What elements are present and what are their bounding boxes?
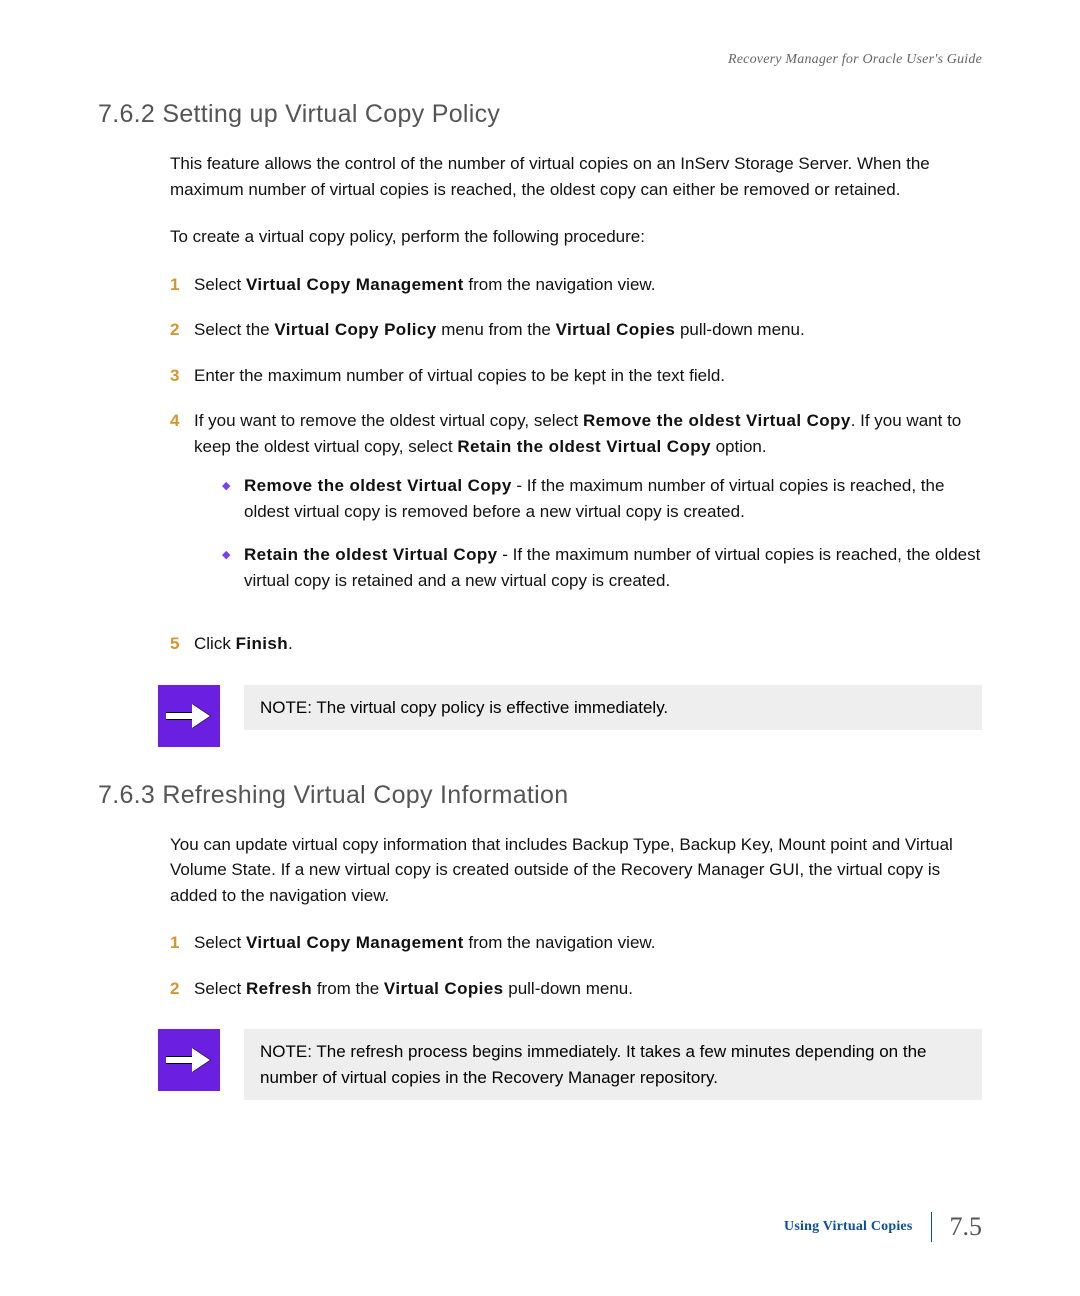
diamond-bullet-icon: ◆ bbox=[222, 473, 244, 524]
note-arrow-icon bbox=[158, 1029, 220, 1091]
section-heading-762: 7.6.2 Setting up Virtual Copy Policy bbox=[98, 100, 982, 129]
procedure-list-763: 1 Select Virtual Copy Management from th… bbox=[170, 930, 982, 1001]
step-3: 3 Enter the maximum number of virtual co… bbox=[170, 363, 982, 389]
procedure-list-762: 1 Select Virtual Copy Management from th… bbox=[170, 272, 982, 657]
ui-term: Remove the oldest Virtual Copy bbox=[244, 476, 512, 495]
footer-chapter-label: Using Virtual Copies bbox=[784, 1219, 912, 1235]
step-number: 5 bbox=[170, 631, 194, 657]
step-text: pull-down menu. bbox=[504, 979, 633, 998]
note-text: NOTE: The refresh process begins immedia… bbox=[244, 1029, 982, 1100]
ui-term: Virtual Copies bbox=[384, 979, 504, 998]
ui-term: Virtual Copies bbox=[556, 320, 676, 339]
ui-term: Finish bbox=[236, 634, 288, 653]
step-text: Select bbox=[194, 275, 246, 294]
step-number: 4 bbox=[170, 408, 194, 611]
diamond-bullet-icon: ◆ bbox=[222, 542, 244, 593]
ui-term: Virtual Copy Management bbox=[246, 933, 464, 952]
step-text: from the navigation view. bbox=[464, 933, 656, 952]
step-number: 2 bbox=[170, 317, 194, 343]
step-text: Select bbox=[194, 933, 246, 952]
note-text: NOTE: The virtual copy policy is effecti… bbox=[244, 685, 982, 731]
step-text: from the bbox=[312, 979, 384, 998]
step-1: 1 Select Virtual Copy Management from th… bbox=[170, 272, 982, 298]
section-body-762: This feature allows the control of the n… bbox=[170, 151, 982, 657]
ui-term: Virtual Copy Management bbox=[246, 275, 464, 294]
step-number: 2 bbox=[170, 976, 194, 1002]
step-text: If you want to remove the oldest virtual… bbox=[194, 411, 583, 430]
page-footer: Using Virtual Copies 7.5 bbox=[784, 1212, 982, 1242]
step-text: pull-down menu. bbox=[675, 320, 804, 339]
running-header: Recovery Manager for Oracle User's Guide bbox=[98, 52, 982, 68]
step-2: 2 Select the Virtual Copy Policy menu fr… bbox=[170, 317, 982, 343]
step-text: Select the bbox=[194, 320, 274, 339]
ui-term: Retain the oldest Virtual Copy bbox=[457, 437, 711, 456]
bullet-item: ◆ Retain the oldest Virtual Copy - If th… bbox=[222, 542, 982, 593]
footer-divider bbox=[931, 1212, 932, 1242]
ui-term: Remove the oldest Virtual Copy bbox=[583, 411, 851, 430]
step-number: 1 bbox=[170, 930, 194, 956]
note-block-763: NOTE: The refresh process begins immedia… bbox=[158, 1029, 982, 1100]
step-text: menu from the bbox=[437, 320, 556, 339]
step-text: Enter the maximum number of virtual copi… bbox=[194, 363, 982, 389]
ui-term: Retain the oldest Virtual Copy bbox=[244, 545, 498, 564]
note-arrow-icon bbox=[158, 685, 220, 747]
leadin-paragraph: To create a virtual copy policy, perform… bbox=[170, 224, 982, 250]
step-text: from the navigation view. bbox=[464, 275, 656, 294]
footer-page-number: 7.5 bbox=[950, 1212, 983, 1242]
bullet-item: ◆ Remove the oldest Virtual Copy - If th… bbox=[222, 473, 982, 524]
step-text: . bbox=[288, 634, 293, 653]
note-block-762: NOTE: The virtual copy policy is effecti… bbox=[158, 685, 982, 747]
section-body-763: You can update virtual copy information … bbox=[170, 832, 982, 1002]
step-4: 4 If you want to remove the oldest virtu… bbox=[170, 408, 982, 611]
step-text: Click bbox=[194, 634, 236, 653]
step-number: 3 bbox=[170, 363, 194, 389]
ui-term: Virtual Copy Policy bbox=[274, 320, 436, 339]
intro-paragraph: You can update virtual copy information … bbox=[170, 832, 982, 909]
step-number: 1 bbox=[170, 272, 194, 298]
document-page: Recovery Manager for Oracle User's Guide… bbox=[0, 0, 1080, 1296]
sub-bullet-list: ◆ Remove the oldest Virtual Copy - If th… bbox=[222, 473, 982, 593]
section-heading-763: 7.6.3 Refreshing Virtual Copy Informatio… bbox=[98, 781, 982, 810]
intro-paragraph: This feature allows the control of the n… bbox=[170, 151, 982, 202]
step-text: Select bbox=[194, 979, 246, 998]
step-2: 2 Select Refresh from the Virtual Copies… bbox=[170, 976, 982, 1002]
step-text: option. bbox=[711, 437, 767, 456]
step-5: 5 Click Finish. bbox=[170, 631, 982, 657]
ui-term: Refresh bbox=[246, 979, 312, 998]
step-1: 1 Select Virtual Copy Management from th… bbox=[170, 930, 982, 956]
